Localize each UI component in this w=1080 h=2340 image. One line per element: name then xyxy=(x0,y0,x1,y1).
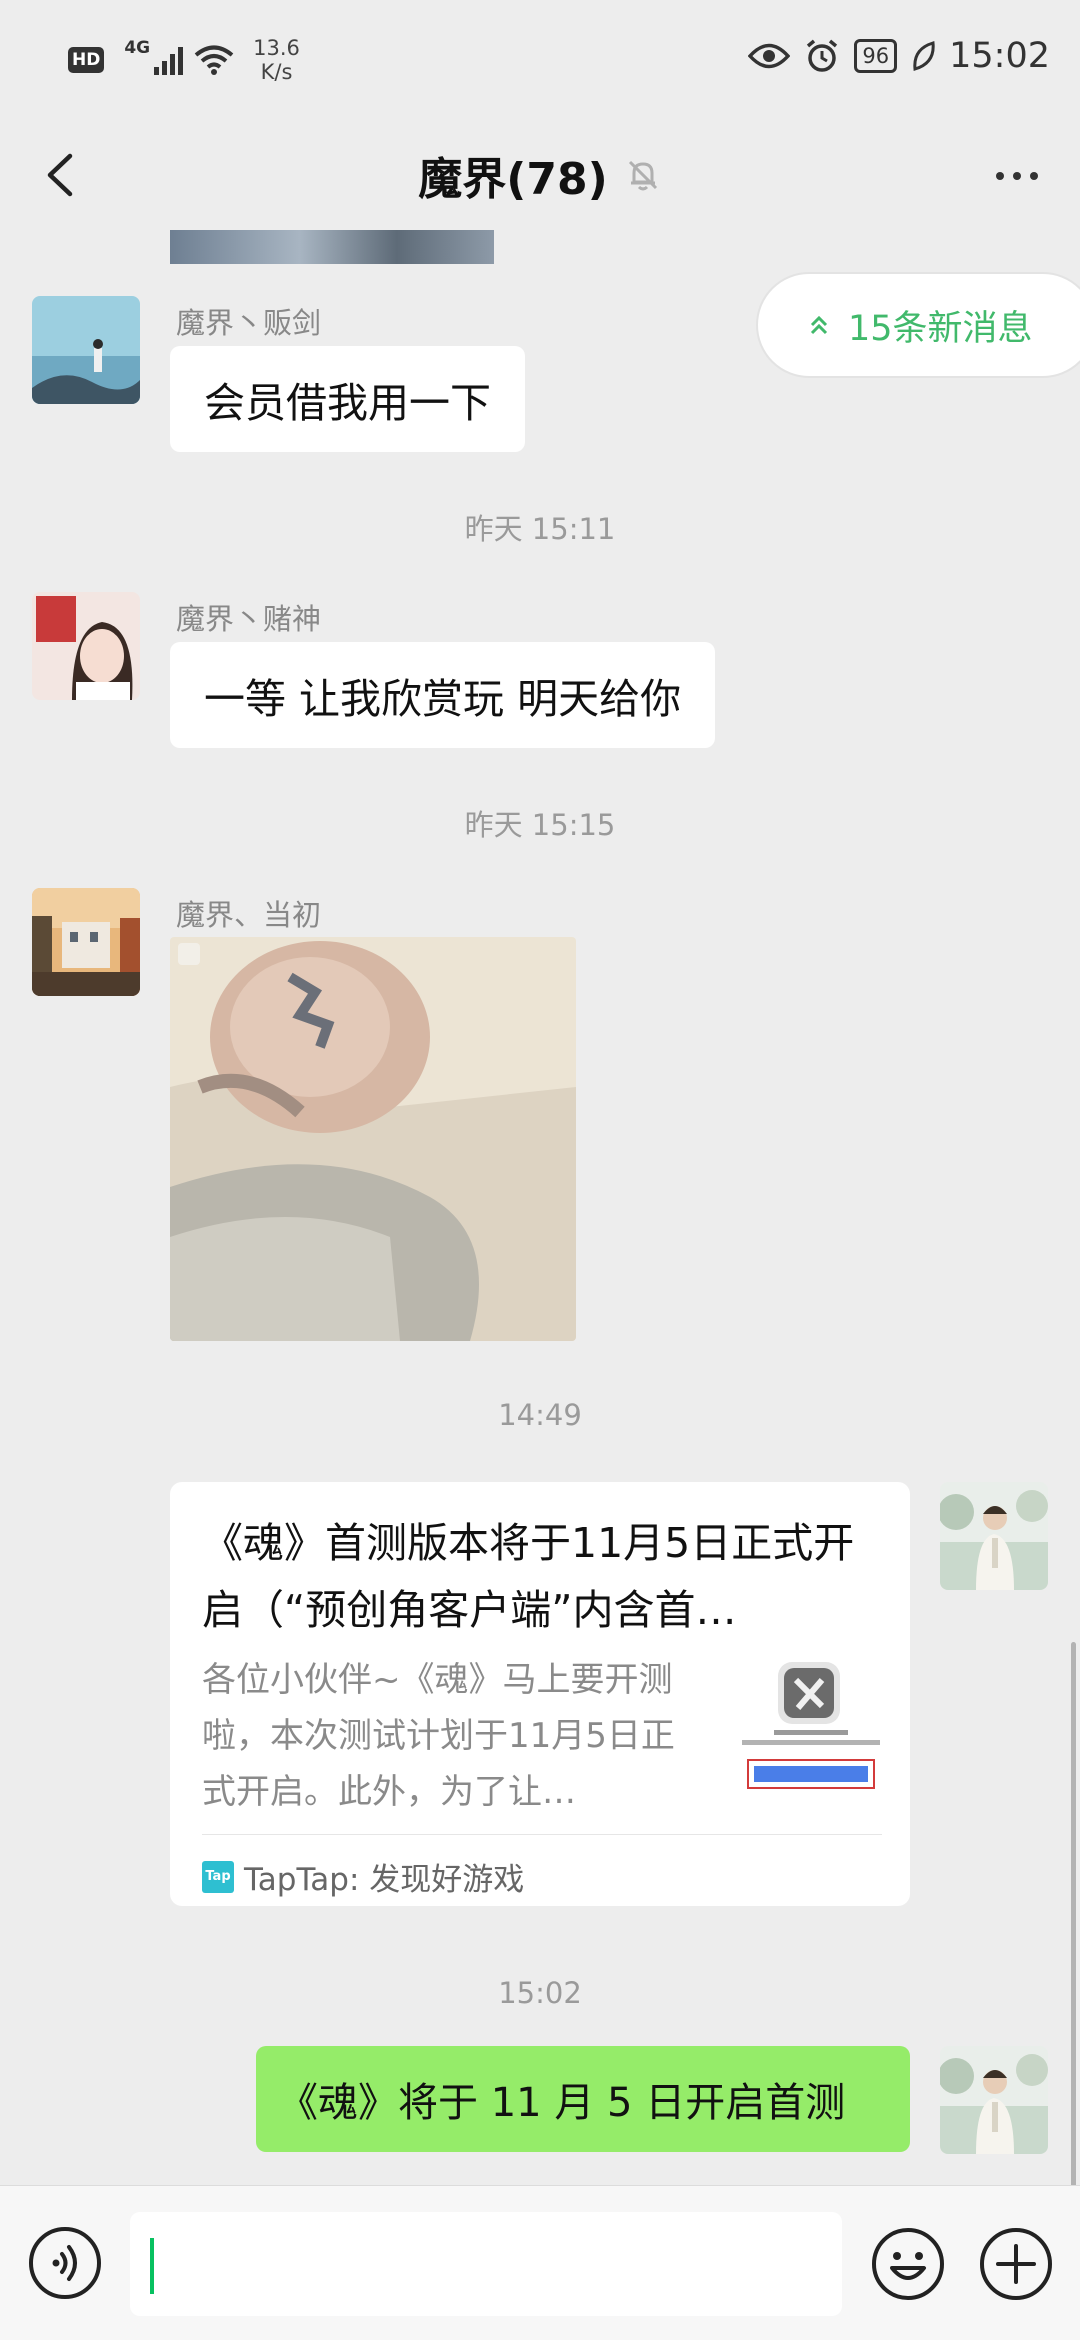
timestamp: 15:02 xyxy=(498,1976,582,2010)
image-message[interactable] xyxy=(170,937,576,1341)
previous-image-fragment[interactable] xyxy=(170,230,494,264)
text-caret xyxy=(150,2238,154,2294)
alarm-icon xyxy=(807,39,838,72)
status-left: HD 4G 13.6 K/s xyxy=(68,36,300,84)
scrollbar[interactable] xyxy=(1071,1642,1076,2185)
bell-muted-icon xyxy=(628,160,657,191)
message-bubble[interactable]: 会员借我用一下 xyxy=(170,346,525,452)
more-functions-button[interactable] xyxy=(978,2226,1054,2302)
link-card-source-label: TapTap: 发现好游戏 xyxy=(244,1862,525,1898)
signal-icon xyxy=(154,45,184,75)
my-avatar[interactable] xyxy=(940,1482,1048,1590)
status-bar: HD 4G 13.6 K/s 96 15:02 xyxy=(0,0,1080,120)
link-card-source: Tap TapTap: 发现好游戏 xyxy=(202,1854,524,1899)
voice-icon xyxy=(29,2227,101,2299)
timestamp: 昨天 15:11 xyxy=(464,512,616,546)
clock: 15:02 xyxy=(949,36,1050,76)
taptap-icon: Tap xyxy=(202,1860,234,1893)
avatar[interactable] xyxy=(32,592,140,700)
link-card-divider xyxy=(202,1834,882,1835)
eye-icon xyxy=(748,43,791,69)
sender-name: 魔界丶赌神 xyxy=(176,602,322,636)
sender-name: 魔界丶贩剑 xyxy=(176,306,322,340)
link-card-title: 《魂》首测版本将于11月5日正式开启（“预创角客户端”内含首… xyxy=(202,1519,855,1634)
chat-header: 魔界(78) xyxy=(0,120,1080,230)
wifi-icon xyxy=(194,45,234,75)
input-bar xyxy=(0,2185,1080,2340)
chat-area[interactable]: 魔界丶贩剑 会员借我用一下 15条新消息 昨天 15:11 魔界丶赌神 一等 让… xyxy=(0,230,1080,2185)
link-card-thumbnail xyxy=(738,1658,884,1802)
battery-indicator: 96 xyxy=(854,39,898,73)
chat-title: 魔界(78) xyxy=(418,154,608,205)
network-type: 4G xyxy=(124,38,151,58)
new-messages-label: 15条新消息 xyxy=(848,308,1033,349)
new-messages-button[interactable]: 15条新消息 xyxy=(756,272,1080,378)
hd-badge: HD xyxy=(68,47,105,73)
leaf-icon xyxy=(913,41,935,71)
avatar[interactable] xyxy=(32,296,140,404)
link-card-description: 各位小伙伴~《魂》马上要开测啦，本次测试计划于11月5日正式开启。此外，为了让… xyxy=(202,1660,675,1812)
voice-button[interactable] xyxy=(28,2226,102,2300)
timestamp: 昨天 15:15 xyxy=(464,808,616,842)
title-wrap: 魔界(78) xyxy=(0,120,1080,230)
emoji-button[interactable] xyxy=(870,2226,946,2302)
message-bubble[interactable]: 一等 让我欣赏玩 明天给你 xyxy=(170,642,716,748)
double-chevron-up-icon xyxy=(810,315,828,335)
status-right: 96 15:02 xyxy=(748,36,1050,76)
outgoing-message-bubble[interactable]: 《魂》将于 11 月 5 日开启首测 xyxy=(256,2046,910,2152)
message-input[interactable] xyxy=(130,2212,842,2316)
plus-icon xyxy=(980,2228,1052,2300)
more-dots-icon xyxy=(996,172,1004,180)
avatar[interactable] xyxy=(32,888,140,996)
emoji-icon xyxy=(872,2228,944,2300)
my-avatar[interactable] xyxy=(940,2046,1048,2154)
sender-name: 魔界、当初 xyxy=(176,898,322,932)
more-button[interactable] xyxy=(984,148,1050,204)
link-card[interactable]: 《魂》首测版本将于11月5日正式开启（“预创角客户端”内含首… 各位小伙伴~《魂… xyxy=(170,1482,910,1906)
network-speed: 13.6 K/s xyxy=(253,36,300,84)
timestamp: 14:49 xyxy=(498,1398,582,1432)
